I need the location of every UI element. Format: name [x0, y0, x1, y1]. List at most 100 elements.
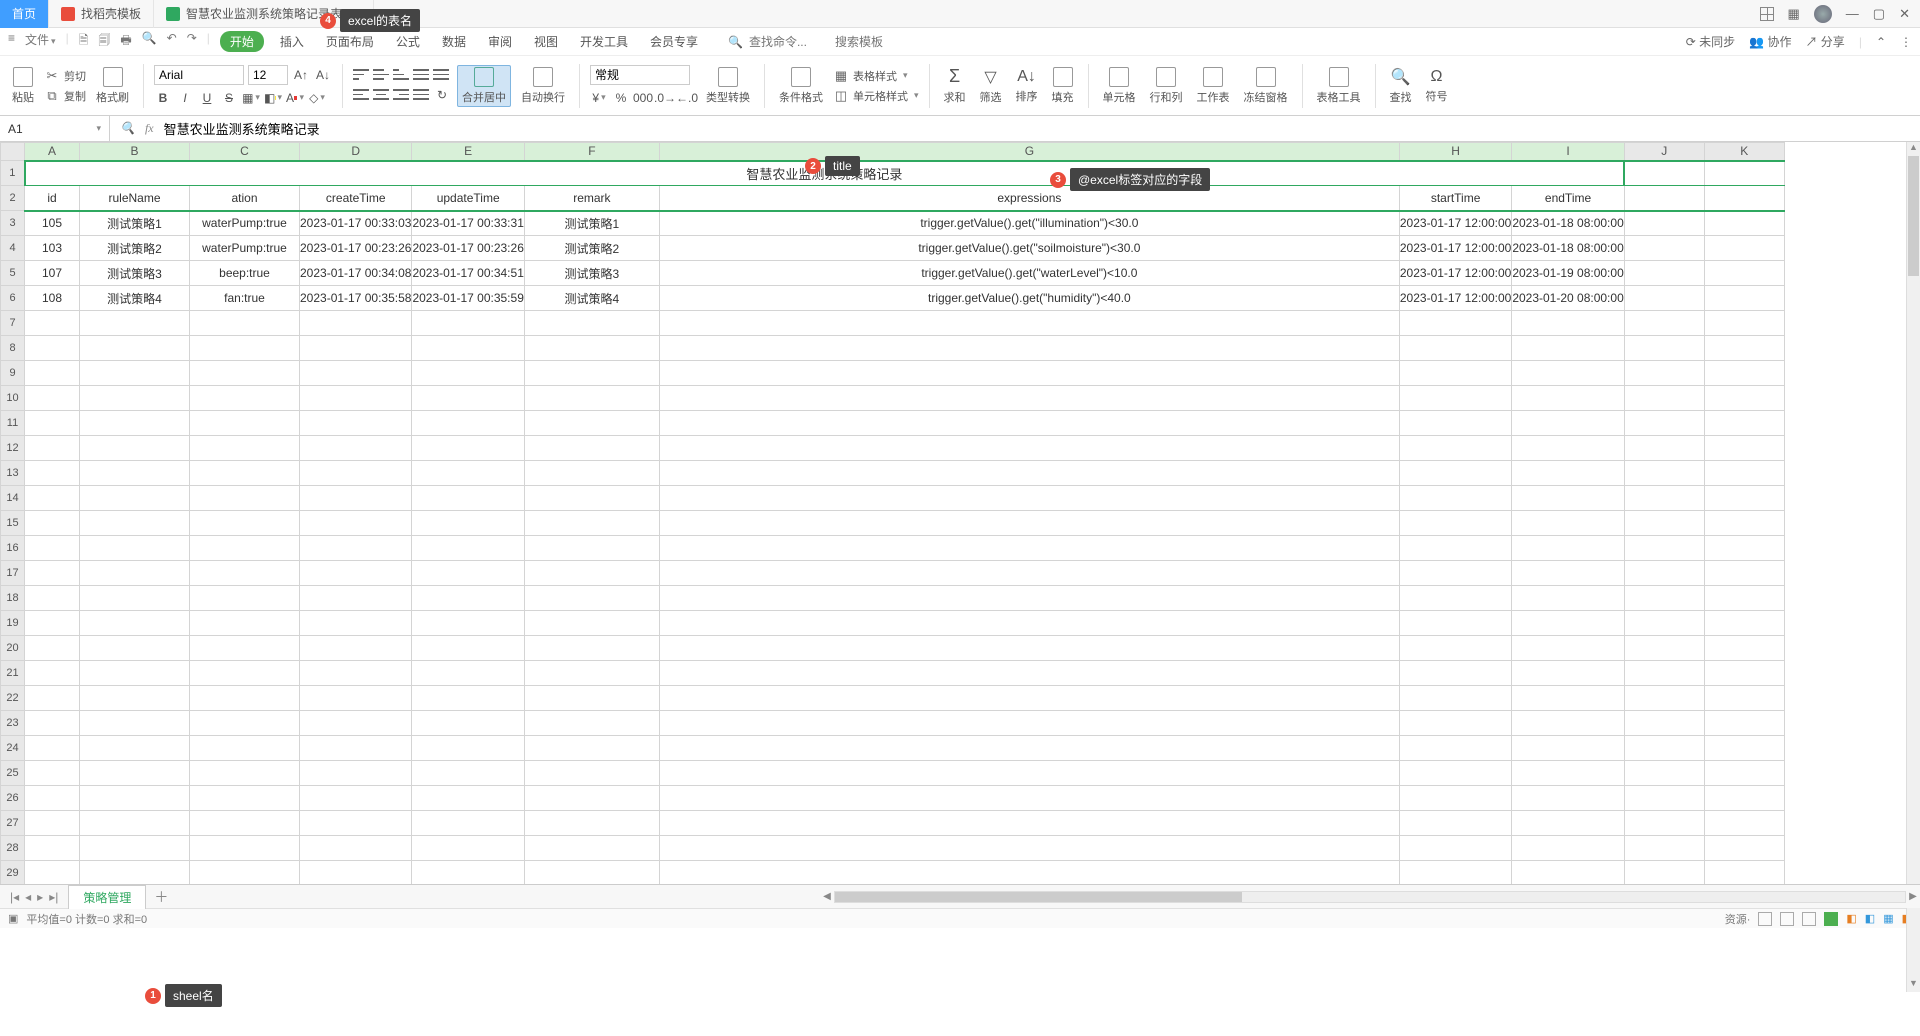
cell-empty[interactable] — [1399, 786, 1511, 811]
cell-empty[interactable] — [1624, 836, 1704, 861]
row-header-10[interactable]: 10 — [1, 386, 25, 411]
cell-empty[interactable] — [300, 861, 412, 885]
cell-empty[interactable] — [659, 361, 1399, 386]
col-header-F[interactable]: F — [524, 143, 659, 161]
col-header-J[interactable]: J — [1624, 143, 1704, 161]
row-header-16[interactable]: 16 — [1, 536, 25, 561]
cell-empty[interactable] — [1399, 736, 1511, 761]
decrease-decimal-icon[interactable]: ←.0 — [678, 89, 696, 107]
sheet-nav-next-icon[interactable]: ▸ — [37, 890, 43, 904]
cell-empty[interactable] — [1399, 636, 1511, 661]
cell-r3c4[interactable]: 2023-01-17 00:33:31 — [412, 211, 524, 236]
cell-r5c1[interactable]: 测试策略3 — [80, 261, 190, 286]
cell-empty[interactable] — [1624, 486, 1704, 511]
cell-r5c5[interactable]: 测试策略3 — [524, 261, 659, 286]
cell-empty[interactable] — [1399, 411, 1511, 436]
cell-reference-box[interactable]: A1 ▾ — [0, 116, 110, 141]
row-header-20[interactable]: 20 — [1, 636, 25, 661]
cell-empty[interactable] — [25, 361, 80, 386]
cell-empty[interactable] — [412, 336, 524, 361]
cell-empty[interactable] — [1624, 436, 1704, 461]
cell-empty[interactable] — [1704, 861, 1784, 885]
cell-empty[interactable] — [1704, 661, 1784, 686]
cell-empty[interactable] — [412, 511, 524, 536]
cell-empty[interactable] — [1624, 611, 1704, 636]
clear-format-button[interactable]: ◇▾ — [308, 89, 326, 107]
sidebar-toggle-2[interactable]: ◧ — [1865, 912, 1875, 925]
add-sheet-button[interactable]: ＋ — [146, 887, 176, 907]
row-header-13[interactable]: 13 — [1, 461, 25, 486]
sidebar-toggle-3[interactable]: ▦ — [1883, 912, 1893, 925]
menu-start[interactable]: 开始 — [220, 31, 264, 52]
cell-empty[interactable] — [1512, 436, 1624, 461]
cell-empty[interactable] — [1512, 836, 1624, 861]
file-menu[interactable]: 文件▾ — [25, 31, 56, 52]
layout-icon[interactable] — [1760, 7, 1774, 21]
cell-empty[interactable] — [524, 586, 659, 611]
cell-empty[interactable] — [300, 836, 412, 861]
cell-empty[interactable] — [300, 461, 412, 486]
cell-empty[interactable] — [80, 636, 190, 661]
cell-r4c5[interactable]: 测试策略2 — [524, 236, 659, 261]
cell-empty[interactable] — [659, 386, 1399, 411]
row-header-8[interactable]: 8 — [1, 336, 25, 361]
cell-empty[interactable] — [25, 536, 80, 561]
cell-empty[interactable] — [25, 736, 80, 761]
cell-empty[interactable] — [412, 436, 524, 461]
fx-icon[interactable]: fx — [145, 121, 154, 136]
col-header-C[interactable]: C — [190, 143, 300, 161]
spreadsheet-grid[interactable]: ABCDEFGHIJK1智慧农业监测系统策略记录2idruleNameation… — [0, 142, 1920, 884]
row-header-22[interactable]: 22 — [1, 686, 25, 711]
cell-empty[interactable] — [412, 586, 524, 611]
cell-empty[interactable] — [300, 761, 412, 786]
cell-r5c2[interactable]: beep:true — [190, 261, 300, 286]
cell-empty[interactable] — [1512, 586, 1624, 611]
row-header-5[interactable]: 5 — [1, 261, 25, 286]
cell-empty[interactable] — [1512, 711, 1624, 736]
cell-empty[interactable] — [1704, 761, 1784, 786]
fill-color-button[interactable]: ◧▾ — [264, 89, 282, 107]
template-search-input[interactable] — [835, 35, 915, 49]
cell-empty[interactable] — [524, 786, 659, 811]
cell-empty[interactable] — [25, 836, 80, 861]
cell-empty[interactable] — [412, 361, 524, 386]
cell-r3c7[interactable]: 2023-01-17 12:00:00 — [1399, 211, 1511, 236]
cell-empty[interactable] — [300, 586, 412, 611]
cell-empty[interactable] — [1704, 361, 1784, 386]
cell-empty[interactable] — [300, 611, 412, 636]
cell-empty[interactable] — [300, 686, 412, 711]
cell-empty[interactable] — [412, 811, 524, 836]
cell-empty[interactable] — [300, 311, 412, 336]
rowcol-button[interactable]: 行和列 — [1146, 67, 1187, 105]
share-button[interactable]: ↗ 分享 — [1805, 33, 1844, 50]
sync-status[interactable]: ⟳ 未同步 — [1686, 33, 1735, 50]
save-as-icon[interactable]: 🗐 — [98, 31, 110, 52]
align-middle-icon[interactable] — [373, 68, 389, 82]
cell-empty[interactable] — [412, 411, 524, 436]
cell-empty[interactable] — [1624, 311, 1704, 336]
cell-empty[interactable] — [1704, 811, 1784, 836]
horizontal-scrollbar[interactable]: ◀ ▶ — [820, 891, 1920, 903]
cell-empty[interactable] — [1512, 786, 1624, 811]
cell-empty[interactable] — [80, 461, 190, 486]
row-header-4[interactable]: 4 — [1, 236, 25, 261]
cell-empty[interactable] — [659, 736, 1399, 761]
cell-r3c5[interactable]: 测试策略1 — [524, 211, 659, 236]
coop-button[interactable]: 👥 协作 — [1749, 33, 1791, 50]
cell-empty[interactable] — [659, 636, 1399, 661]
cell-empty[interactable] — [659, 511, 1399, 536]
cell-empty[interactable] — [1704, 536, 1784, 561]
cell-empty[interactable] — [190, 386, 300, 411]
cell-empty[interactable] — [25, 686, 80, 711]
menu-insert[interactable]: 插入 — [274, 31, 310, 52]
indent-right-icon[interactable] — [433, 68, 449, 82]
cell-empty[interactable] — [80, 761, 190, 786]
align-top-icon[interactable] — [353, 68, 369, 82]
cell-empty[interactable] — [190, 586, 300, 611]
cell-empty[interactable] — [1512, 861, 1624, 885]
cell-empty[interactable] — [80, 611, 190, 636]
cell-empty[interactable] — [80, 511, 190, 536]
cell-header-3[interactable]: createTime — [300, 186, 412, 211]
cell-r4c1[interactable]: 测试策略2 — [80, 236, 190, 261]
col-header-H[interactable]: H — [1399, 143, 1511, 161]
